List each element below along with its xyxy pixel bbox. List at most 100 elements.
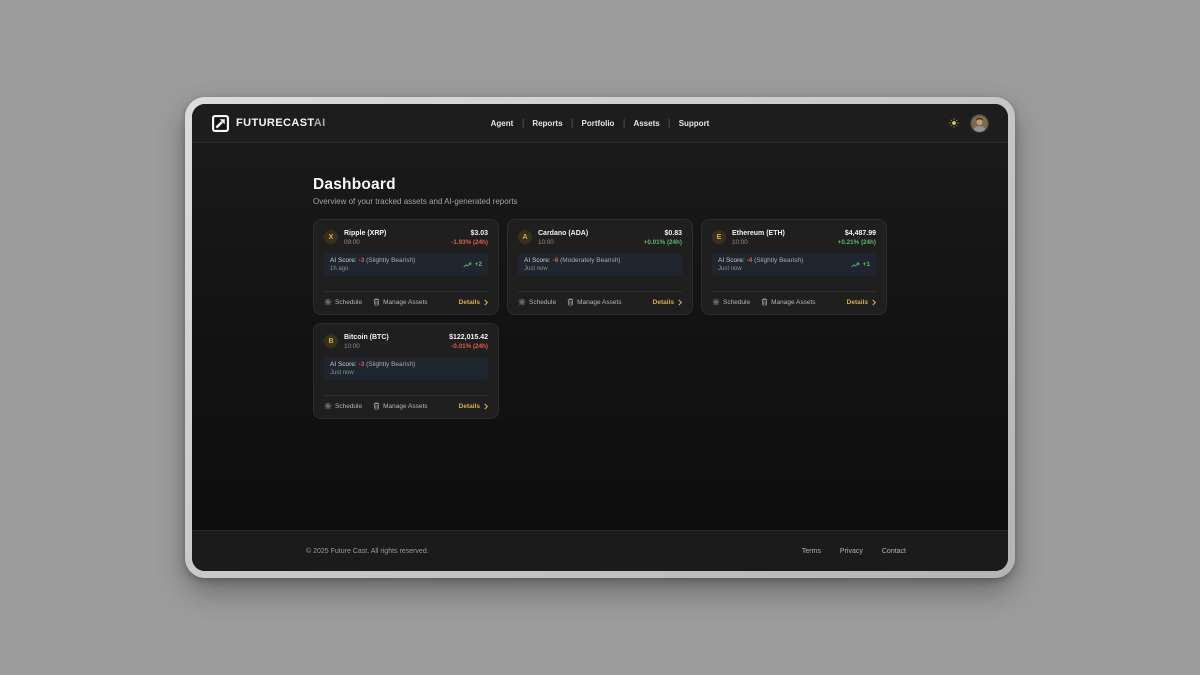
asset-change: +0.21% (24h) [838, 239, 876, 247]
trend-badge: +1 [851, 261, 870, 268]
ai-sentiment: (Slightly Bearish) [754, 257, 803, 264]
asset-card-ripple: X Ripple (XRP) 09:00 $3.03 -1.93% (24h) [313, 219, 499, 315]
details-button[interactable]: Details [653, 299, 682, 306]
asset-time: 10:00 [344, 343, 389, 351]
page-footer: © 2025 Future Cast. All rights reserved.… [192, 530, 1008, 571]
ai-sentiment: (Slightly Bearish) [366, 361, 415, 368]
chevron-right-icon [484, 403, 488, 410]
chevron-right-icon [678, 299, 682, 306]
brand-name: FUTURECASTAI [236, 117, 326, 129]
main-content: Dashboard Overview of your tracked asset… [192, 143, 1008, 530]
ai-score-panel: AI Score: -4 (Slightly Bearish) Just now… [712, 253, 876, 276]
nav-item-agent[interactable]: Agent [491, 119, 514, 128]
asset-cards-grid: X Ripple (XRP) 09:00 $3.03 -1.93% (24h) [313, 219, 887, 419]
asset-price: $0.83 [644, 229, 682, 238]
asset-change: -1.93% (24h) [451, 239, 488, 247]
asset-price: $122,015.42 [449, 333, 488, 342]
schedule-button[interactable]: Schedule [518, 298, 556, 306]
manage-assets-button[interactable]: Manage Assets [373, 298, 427, 306]
nav-item-assets[interactable]: Assets [633, 119, 659, 128]
trend-up-icon [851, 262, 860, 268]
asset-name: Cardano (ADA) [538, 229, 588, 238]
footer-link-terms[interactable]: Terms [802, 548, 821, 555]
asset-initial-badge: X [324, 230, 338, 244]
trend-badge: +2 [463, 261, 482, 268]
nav-menu: Agent Reports Portfolio Assets Support [491, 119, 710, 128]
navbar-right [949, 115, 988, 132]
ai-score-value: -3 [359, 257, 365, 264]
ai-score-label: AI Score: [330, 361, 357, 368]
ai-score-value: -3 [359, 361, 365, 368]
app-window: FUTURECASTAI Agent Reports Portfolio Ass… [192, 104, 1008, 571]
asset-time: 10:00 [732, 239, 785, 247]
navbar: FUTURECASTAI Agent Reports Portfolio Ass… [192, 104, 1008, 143]
nav-item-support[interactable]: Support [679, 119, 710, 128]
nav-divider [669, 119, 670, 128]
asset-price: $3.03 [451, 229, 488, 238]
schedule-button[interactable]: Schedule [712, 298, 750, 306]
gear-icon [324, 298, 332, 306]
page-title: Dashboard [313, 176, 887, 194]
details-button[interactable]: Details [459, 299, 488, 306]
ai-updated: Just now [718, 266, 803, 272]
ai-score-panel: AI Score: -3 (Slightly Bearish) 1h ago +… [324, 253, 488, 276]
details-button[interactable]: Details [459, 403, 488, 410]
manage-assets-button[interactable]: Manage Assets [567, 298, 621, 306]
asset-card-cardano: A Cardano (ADA) 10:00 $0.83 +0.01% (24h) [507, 219, 693, 315]
gear-icon [324, 402, 332, 410]
asset-name: Ethereum (ETH) [732, 229, 785, 238]
footer-links: Terms Privacy Contact [802, 548, 906, 555]
ai-score-panel: AI Score: -3 (Slightly Bearish) Just now [324, 357, 488, 380]
asset-initial-badge: E [712, 230, 726, 244]
nav-item-portfolio[interactable]: Portfolio [582, 119, 615, 128]
ai-updated: 1h ago [330, 266, 415, 272]
asset-change: -0.01% (24h) [449, 343, 488, 351]
ai-sentiment: (Slightly Bearish) [366, 257, 415, 264]
trash-icon [373, 298, 380, 306]
asset-change: +0.01% (24h) [644, 239, 682, 247]
ai-updated: Just now [330, 370, 415, 376]
schedule-button[interactable]: Schedule [324, 402, 362, 410]
brand-logo-icon [212, 115, 229, 132]
asset-price: $4,487.99 [838, 229, 876, 238]
theme-toggle-sun-icon[interactable] [949, 118, 959, 128]
ai-score-label: AI Score: [330, 257, 357, 264]
ai-score-value: -6 [553, 257, 559, 264]
footer-link-contact[interactable]: Contact [882, 548, 906, 555]
footer-link-privacy[interactable]: Privacy [840, 548, 863, 555]
nav-divider [623, 119, 624, 128]
gear-icon [518, 298, 526, 306]
schedule-button[interactable]: Schedule [324, 298, 362, 306]
ai-sentiment: (Moderately Bearish) [560, 257, 620, 264]
asset-time: 10:00 [538, 239, 588, 247]
asset-initial-badge: A [518, 230, 532, 244]
ai-score-panel: AI Score: -6 (Moderately Bearish) Just n… [518, 253, 682, 276]
chevron-right-icon [484, 299, 488, 306]
manage-assets-button[interactable]: Manage Assets [373, 402, 427, 410]
nav-item-reports[interactable]: Reports [532, 119, 562, 128]
nav-divider [522, 119, 523, 128]
gear-icon [712, 298, 720, 306]
manage-assets-button[interactable]: Manage Assets [761, 298, 815, 306]
chevron-right-icon [872, 299, 876, 306]
trash-icon [761, 298, 768, 306]
ai-score-label: AI Score: [718, 257, 745, 264]
brand[interactable]: FUTURECASTAI [212, 115, 326, 132]
asset-card-ethereum: E Ethereum (ETH) 10:00 $4,487.99 +0.21% … [701, 219, 887, 315]
trash-icon [373, 402, 380, 410]
asset-time: 09:00 [344, 239, 386, 247]
trend-up-icon [463, 262, 472, 268]
ai-score-label: AI Score: [524, 257, 551, 264]
details-button[interactable]: Details [847, 299, 876, 306]
asset-name: Ripple (XRP) [344, 229, 386, 238]
asset-card-bitcoin: B Bitcoin (BTC) 10:00 $122,015.42 -0.01%… [313, 323, 499, 419]
asset-name: Bitcoin (BTC) [344, 333, 389, 342]
trash-icon [567, 298, 574, 306]
ai-score-value: -4 [747, 257, 753, 264]
nav-divider [572, 119, 573, 128]
page-subtitle: Overview of your tracked assets and AI-g… [313, 197, 887, 206]
asset-initial-badge: B [324, 334, 338, 348]
user-avatar[interactable] [971, 115, 988, 132]
device-frame: FUTURECASTAI Agent Reports Portfolio Ass… [185, 97, 1015, 578]
ai-updated: Just now [524, 266, 620, 272]
